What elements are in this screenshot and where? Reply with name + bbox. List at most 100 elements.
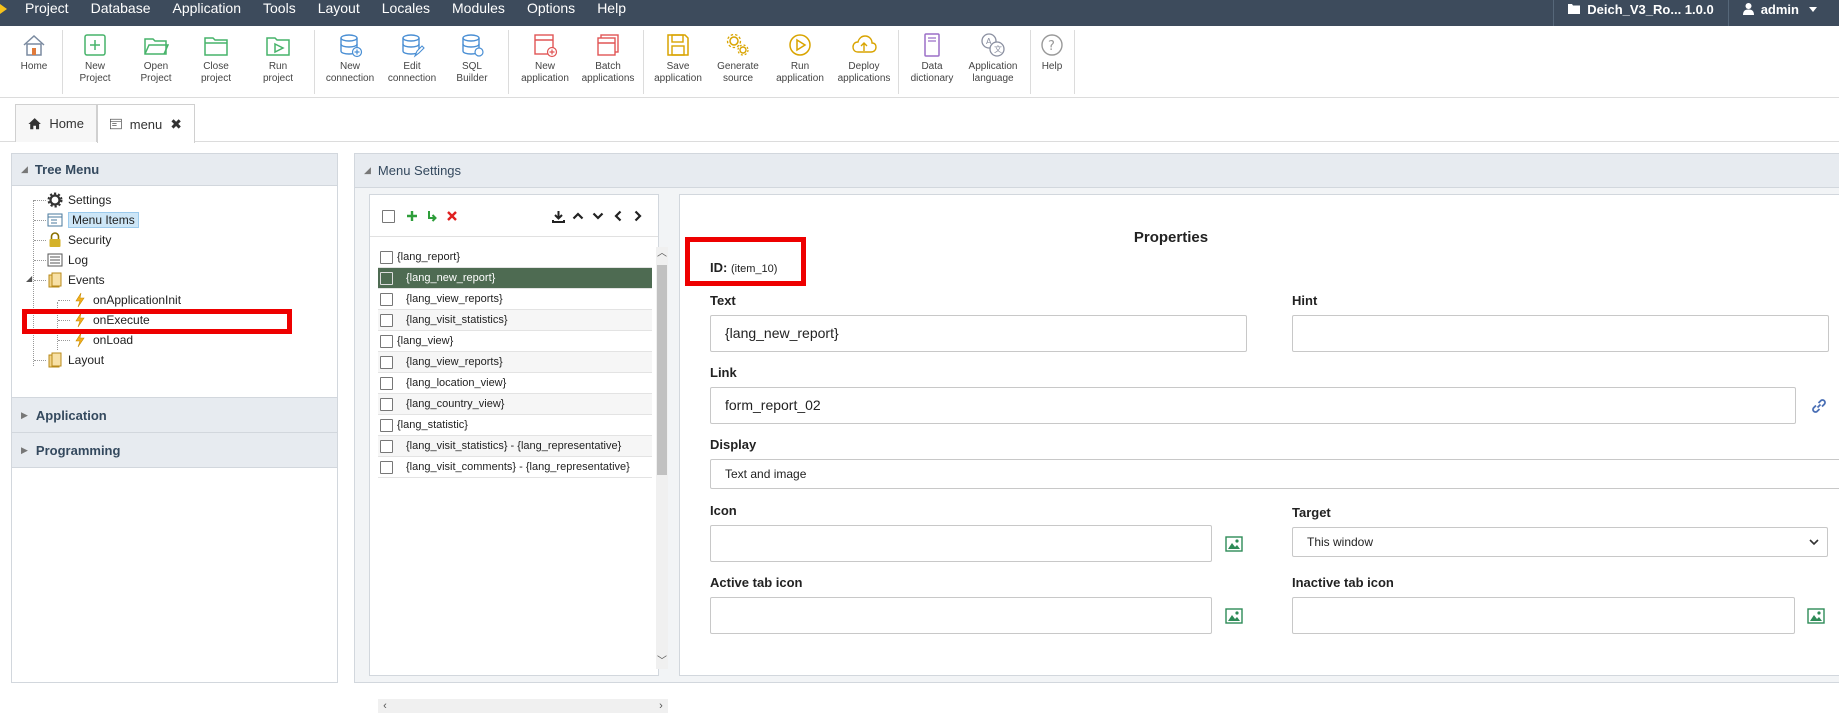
menu-tools[interactable]: Tools [252,0,307,26]
scroll-down-arrow-icon[interactable]: ﹀ [656,655,668,669]
item-checkbox[interactable] [380,355,393,369]
close-tab-icon[interactable]: ✖ [170,116,182,133]
outdent-button[interactable] [610,207,626,225]
book-icon [924,33,940,57]
item-checkbox[interactable] [380,313,393,327]
link-input[interactable]: form_report_02 [710,387,1796,424]
hint-input[interactable] [1292,315,1829,352]
project-selector[interactable]: Deich_V3_Ro... 1.0.0 [1553,0,1727,26]
link-icon[interactable] [1810,397,1828,415]
item-checkbox[interactable] [380,439,393,453]
list-item[interactable]: {lang_new_report} [378,268,652,289]
menu-layout[interactable]: Layout [307,0,371,26]
list-item[interactable]: {lang_country_view} [378,394,652,415]
icon-input[interactable] [710,525,1212,562]
close-project-button[interactable]: Close project [196,32,236,94]
tree-item-security[interactable]: Security [47,230,111,249]
add-subitem-button[interactable] [424,207,440,225]
item-checkbox[interactable] [380,271,393,285]
new-application-button[interactable]: New application [516,32,574,94]
list-item[interactable]: {lang_visit_statistics} - {lang_represen… [378,436,652,457]
inactive-tab-icon-input[interactable] [1292,597,1795,634]
section-application[interactable]: ▶ Application [12,398,337,433]
list-item[interactable]: {lang_view_reports} [378,289,652,310]
help-button[interactable]: ? Help [1038,32,1066,94]
indent-button[interactable] [630,207,646,225]
text-input[interactable]: {lang_new_report} [710,315,1247,352]
menu-locales[interactable]: Locales [371,0,441,26]
expand-toggle-icon[interactable]: ◢ [26,274,32,283]
new-project-button[interactable]: New Project [74,32,116,94]
menu-project[interactable]: Project [14,0,80,26]
vertical-scrollbar[interactable]: ︿ ﹀ [656,247,668,669]
top-menubar: Project Database Application Tools Layou… [0,0,1839,26]
image-picker-icon[interactable] [1225,607,1243,625]
scroll-up-arrow-icon[interactable]: ︿ [656,247,668,261]
menu-settings-header[interactable]: ◢ Menu Settings [355,154,1839,188]
sql-builder-button[interactable]: SQL Builder [452,32,492,94]
tree-menu-header[interactable]: ◢ Tree Menu [12,154,337,186]
menu-application[interactable]: Application [162,0,253,26]
display-select[interactable]: Text and image [710,459,1839,489]
tab-menu[interactable]: menu ✖ [97,104,195,143]
save-application-button[interactable]: Save application [650,32,706,94]
menu-help[interactable]: Help [586,0,637,26]
select-all-checkbox[interactable] [380,207,396,225]
tree-item-on-application-init[interactable]: onApplicationInit [72,290,181,309]
menu-database[interactable]: Database [80,0,162,26]
generate-source-button[interactable]: Generate source [712,32,764,94]
list-item[interactable]: {lang_visit_statistics} [378,310,652,331]
tree-item-on-load[interactable]: onLoad [72,330,133,349]
delete-item-button[interactable] [444,207,460,225]
move-down-button[interactable] [590,207,606,225]
edit-connection-button[interactable]: Edit connection [384,32,440,94]
move-up-button[interactable] [570,207,586,225]
scroll-right-arrow-icon[interactable]: › [654,699,668,713]
horizontal-scrollbar[interactable]: ‹ › [378,699,668,713]
tree-item-menu-items[interactable]: Menu Items [47,210,139,229]
item-checkbox[interactable] [380,376,393,390]
target-select[interactable]: This window [1292,527,1828,557]
list-item[interactable]: {lang_view} [378,331,652,352]
import-button[interactable] [550,207,566,225]
tree-item-on-execute[interactable]: onExecute [72,310,150,329]
new-connection-button[interactable]: New connection [322,32,378,94]
run-application-button[interactable]: Run application [772,32,828,94]
help-icon: ? [1041,34,1063,56]
tree-item-layout[interactable]: Layout [47,350,104,369]
image-picker-icon[interactable] [1225,535,1243,553]
item-checkbox[interactable] [380,292,393,306]
user-menu[interactable]: admin [1727,0,1839,26]
menu-modules[interactable]: Modules [441,0,516,26]
item-checkbox[interactable] [380,334,393,348]
scrollbar-thumb[interactable] [657,265,667,475]
tree-item-settings[interactable]: Settings [47,190,111,209]
menu-options[interactable]: Options [516,0,586,26]
section-programming[interactable]: ▶ Programming [12,433,337,468]
list-item[interactable]: {lang_view_reports} [378,352,652,373]
application-language-button[interactable]: A 文 Application language [964,32,1022,94]
tree-item-events[interactable]: Events [47,270,105,289]
batch-applications-button[interactable]: Batch applications [578,32,638,94]
active-tab-icon-input[interactable] [710,597,1212,634]
list-item[interactable]: {lang_location_view} [378,373,652,394]
list-item[interactable]: {lang_report} [378,247,652,268]
tree-connector [34,240,46,241]
tree-item-log[interactable]: Log [47,250,88,269]
run-project-button[interactable]: Run project [258,32,298,94]
open-project-button[interactable]: Open Project [136,32,176,94]
list-item[interactable]: {lang_statistic} [378,415,652,436]
home-button[interactable]: Home [16,32,52,94]
expand-icon: ▶ [21,409,28,420]
item-checkbox[interactable] [380,250,393,264]
scroll-left-arrow-icon[interactable]: ‹ [378,699,392,713]
tab-home[interactable]: Home [15,104,97,142]
item-checkbox[interactable] [380,418,393,432]
data-dictionary-button[interactable]: Data dictionary [906,32,958,94]
list-item[interactable]: {lang_visit_comments} - {lang_representa… [378,457,652,478]
item-checkbox[interactable] [380,397,393,411]
item-checkbox[interactable] [380,460,393,474]
image-picker-icon[interactable] [1807,607,1825,625]
deploy-applications-button[interactable]: Deploy applications [834,32,894,94]
add-item-button[interactable] [404,207,420,225]
